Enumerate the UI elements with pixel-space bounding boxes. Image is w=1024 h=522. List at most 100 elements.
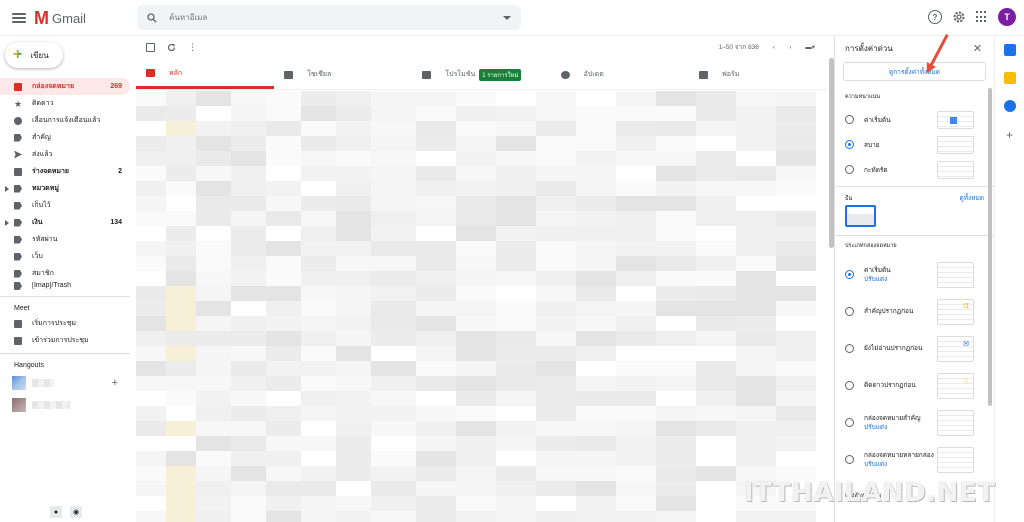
calendar-icon[interactable] <box>1003 44 1016 56</box>
blurred-pixel <box>456 256 496 271</box>
blurred-pixel <box>166 496 196 511</box>
sidebar-item-trash[interactable]: [Imap]/Trash <box>0 282 130 292</box>
expand-caret-icon[interactable] <box>5 220 9 226</box>
input-tools-icon[interactable]: ▬▾ <box>805 43 815 51</box>
expand-caret-icon[interactable] <box>5 186 9 192</box>
search-input[interactable] <box>169 13 503 22</box>
inbox-type-priority[interactable]: กล่องจดหมายสำคัญ ปรับแต่ง <box>835 404 994 441</box>
hangouts-section-title: Hangouts <box>0 358 130 372</box>
tab-forums[interactable]: ฟอรัม <box>689 60 827 89</box>
density-option-default[interactable]: ค่าเริ่มต้น <box>835 107 994 132</box>
radio-button[interactable] <box>845 307 854 316</box>
avatar[interactable]: T <box>998 8 1016 26</box>
sidebar-item-snoozed[interactable]: เลื่อนการแจ้งเตือนแล้ว <box>0 112 130 129</box>
apps-grid-icon[interactable] <box>976 11 988 23</box>
main-menu-icon[interactable] <box>10 10 28 26</box>
sidebar-item-money[interactable]: เงิน 134 <box>0 214 130 231</box>
meet-start-meeting[interactable]: เริ่มการประชุม <box>0 315 130 332</box>
sidebar-item-kept[interactable]: เก็บไว้ <box>0 197 130 214</box>
blurred-pixel <box>456 481 496 496</box>
settings-scrollbar[interactable] <box>988 88 992 406</box>
select-all-checkbox[interactable] <box>146 42 155 52</box>
density-option-compact[interactable]: กะทัดรัด <box>835 157 994 182</box>
radio-button[interactable] <box>845 165 854 174</box>
meet-join-meeting[interactable]: เข้าร่วมการประชุม <box>0 332 130 349</box>
tab-primary[interactable]: หลัก <box>136 60 275 89</box>
blurred-pixel <box>196 421 231 436</box>
pager-text: 1–50 จาก 836 <box>718 44 759 51</box>
tasks-icon[interactable] <box>1003 100 1016 112</box>
radio-button[interactable] <box>845 381 854 390</box>
sidebar-item-web[interactable]: เว็บ <box>0 248 130 265</box>
theme-preview[interactable] <box>845 205 876 227</box>
tab-promotions[interactable]: โปรโมชัน 1 รายการใหม่ <box>412 60 550 89</box>
radio-button[interactable] <box>845 270 854 279</box>
sidebar-item-inbox[interactable]: กล่องจดหมาย 269 <box>0 78 130 95</box>
compose-label: เขียน <box>30 50 49 60</box>
more-options-icon[interactable]: ⋮ <box>188 42 197 53</box>
next-page-icon[interactable]: › <box>789 44 791 51</box>
customize-link[interactable]: ปรับแต่ง <box>864 275 936 284</box>
add-contact-icon[interactable]: + <box>112 377 118 389</box>
close-icon[interactable]: ✕ <box>973 42 982 55</box>
inbox-type-important-first[interactable]: สำคัญปรากฏก่อน ᗧ <box>835 293 994 330</box>
sidebar-item-categories[interactable]: หมวดหมู่ <box>0 180 130 197</box>
email-list-blurred[interactable] <box>136 91 827 522</box>
radio-button[interactable] <box>845 418 854 427</box>
blurred-pixel <box>496 151 536 166</box>
blurred-pixel <box>371 196 416 211</box>
radio-button[interactable] <box>845 455 854 464</box>
inbox-type-preview <box>937 446 974 473</box>
get-addons-icon[interactable]: + <box>995 128 1024 142</box>
inbox-type-unread-first[interactable]: ยังไม่อ่านปรากฏก่อน ✉ <box>835 330 994 367</box>
hangouts-contact[interactable] <box>0 394 130 416</box>
customize-link[interactable]: ปรับแต่ง <box>864 423 936 432</box>
gmail-logo[interactable]: M Gmail <box>34 8 86 29</box>
density-option-comfortable[interactable]: สบาย <box>835 132 994 157</box>
radio-button[interactable] <box>845 140 854 149</box>
keep-icon[interactable] <box>1003 72 1016 84</box>
blurred-pixel <box>536 256 576 271</box>
inbox-type-default[interactable]: ค่าเริ่มต้น ปรับแต่ง <box>835 256 994 293</box>
radio-button[interactable] <box>845 115 854 124</box>
sidebar-item-members[interactable]: สมาชิก <box>0 265 130 282</box>
settings-gear-icon[interactable] <box>952 10 966 24</box>
blurred-pixel <box>776 136 816 151</box>
radio-button[interactable] <box>845 344 854 353</box>
sidebar-item-drafts[interactable]: ร่างจดหมาย 2 <box>0 163 130 180</box>
blurred-pixel <box>231 301 266 316</box>
help-icon[interactable]: ? <box>928 10 942 24</box>
compose-button[interactable]: + เขียน <box>5 42 63 68</box>
search-options-icon[interactable] <box>503 15 511 21</box>
customize-link[interactable]: ปรับแต่ง <box>864 460 936 469</box>
person-icon[interactable]: ● <box>50 506 62 518</box>
tab-social[interactable]: โซเชียล <box>274 60 412 89</box>
inbox-type-multiple[interactable]: กล่องจดหมายหลายกล่อง ปรับแต่ง <box>835 441 994 478</box>
blurred-pixel <box>301 331 336 346</box>
see-all-settings-button[interactable]: ดูการตั้งค่าทั้งหมด <box>843 62 986 81</box>
tab-updates[interactable]: อัปเดต <box>551 60 689 89</box>
refresh-icon[interactable] <box>167 43 176 52</box>
search-bar[interactable] <box>137 5 521 30</box>
search-icon[interactable] <box>147 12 157 23</box>
sidebar-item-important[interactable]: สำคัญ <box>0 129 130 146</box>
blurred-pixel <box>166 451 196 466</box>
theme-see-all-link[interactable]: ดูทั้งหมด <box>960 193 984 203</box>
inbox-type-starred-first[interactable]: ติดดาวปรากฏก่อน ☆ <box>835 367 994 404</box>
blurred-pixel <box>616 301 656 316</box>
blurred-pixel <box>196 256 231 271</box>
sidebar-item-passwords[interactable]: รหัสผ่าน <box>0 231 130 248</box>
blurred-pixel <box>776 121 816 136</box>
blurred-pixel <box>456 166 496 181</box>
blurred-pixel <box>196 286 231 301</box>
hangouts-chat-icon[interactable]: ◉ <box>70 506 82 518</box>
blurred-pixel <box>166 226 196 241</box>
sidebar-item-starred[interactable]: ★ ติดดาว <box>0 95 130 112</box>
hangouts-contact[interactable]: + <box>0 372 130 394</box>
blurred-pixel <box>576 481 616 496</box>
blurred-pixel <box>136 376 166 391</box>
blurred-pixel <box>656 316 696 331</box>
sidebar-item-sent[interactable]: ส่งแล้ว <box>0 146 130 163</box>
prev-page-icon[interactable]: ‹ <box>773 44 775 51</box>
blurred-pixel <box>166 286 196 301</box>
